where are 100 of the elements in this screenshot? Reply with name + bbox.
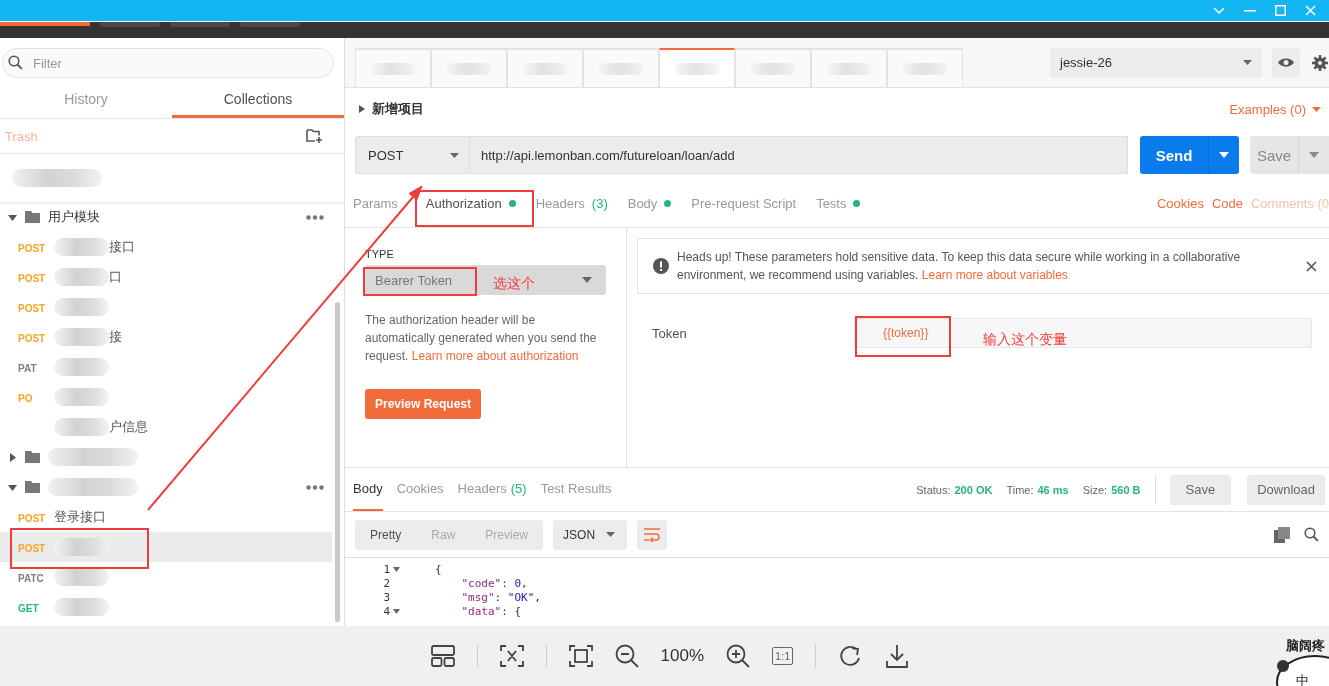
chevron-icon[interactable]	[1213, 6, 1225, 15]
request-item[interactable]: POST	[0, 532, 332, 562]
section-link[interactable]: Code	[1211, 196, 1243, 211]
method-label: POST	[18, 272, 46, 284]
filter-field[interactable]: Filter	[2, 48, 334, 78]
fit-icon[interactable]	[499, 645, 524, 667]
request-title[interactable]: 新增项目	[359, 100, 424, 118]
request-item[interactable]: GET	[0, 592, 332, 622]
trash-link[interactable]: Trash	[5, 128, 38, 144]
method-label: PAT	[18, 362, 37, 374]
request-item[interactable]: POST	[0, 292, 332, 322]
zoom-in-icon[interactable]	[726, 644, 751, 668]
request-item[interactable]: POST 接口	[0, 232, 332, 262]
sidebar-tab[interactable]: Collections	[172, 82, 344, 118]
response-tab[interactable]: Cookies	[396, 468, 444, 511]
method-label: PO	[18, 392, 33, 404]
section-link[interactable]: Cookies	[1156, 196, 1204, 211]
request-item[interactable]: PO	[0, 382, 332, 412]
caret-icon	[450, 152, 459, 158]
folder-item[interactable]: 用户模块	[0, 202, 344, 232]
request-item[interactable]: 户信息	[0, 412, 332, 442]
request-section-tab[interactable]: Tests	[816, 196, 861, 211]
fullscreen-icon[interactable]	[568, 645, 593, 667]
request-item[interactable]: POST 接	[0, 322, 332, 352]
search-icon[interactable]	[1304, 527, 1319, 542]
code-line: "msg": "OK",	[460, 590, 541, 604]
method-label: POST	[18, 542, 46, 554]
request-tab[interactable]	[659, 48, 735, 87]
send-menu-button[interactable]	[1208, 136, 1239, 174]
line-number: 1	[382, 562, 390, 576]
learn-more-link[interactable]: Learn more about variables	[921, 268, 1068, 282]
layout-icon[interactable]	[430, 645, 455, 667]
copy-icon[interactable]	[1274, 526, 1290, 543]
preview-request-button[interactable]: Preview Request	[365, 389, 482, 419]
environment-select[interactable]: jessie-26	[1050, 47, 1262, 78]
request-section-tab[interactable]: Authorization	[425, 196, 516, 211]
fold-icon[interactable]	[393, 566, 400, 572]
status-value: 46 ms	[1037, 483, 1069, 496]
save-response-button[interactable]: Save	[1169, 474, 1232, 505]
status-label: Size:	[1082, 483, 1108, 496]
notice-text: Heads up! These parameters hold sensitive data. To keep this data secure while working in a collaborative environment, we recommend using variables. Learn more about variables	[677, 249, 1242, 284]
method-label: POST	[18, 302, 46, 314]
token-label: Token	[652, 325, 688, 341]
url-field[interactable]: http://api.lemonban.com/futureloan/loan/add	[470, 136, 1128, 174]
response-tab[interactable]: Body	[353, 468, 383, 511]
view-option[interactable]: Preview	[470, 519, 544, 550]
caret-icon	[606, 532, 616, 537]
line-number: 4	[382, 604, 390, 618]
type-label: TYPE	[365, 248, 395, 260]
request-section-tab[interactable]: Pre-request Script	[691, 196, 797, 211]
caret-icon	[1312, 106, 1321, 112]
fold-icon[interactable]	[393, 608, 400, 614]
request-name: 接	[109, 328, 122, 346]
request-item[interactable]: POST 口	[0, 262, 332, 292]
request-section-tab[interactable]: Headers (3)	[535, 196, 608, 211]
sticker-caption: 脑阔疼	[1286, 637, 1325, 655]
maximize-icon[interactable]	[1275, 5, 1286, 16]
request-section-tab[interactable]: Body	[627, 196, 672, 211]
status-value: 560 B	[1111, 483, 1141, 496]
close-icon[interactable]	[1306, 260, 1317, 272]
wrap-button[interactable]	[637, 519, 668, 550]
code-line: "data": {	[460, 604, 522, 618]
method-select[interactable]: POST	[355, 136, 470, 174]
more-icon[interactable]	[306, 214, 324, 220]
eye-icon	[1277, 57, 1295, 68]
caret-icon	[359, 105, 365, 113]
count-label: (3)	[591, 196, 608, 211]
caret-icon	[1219, 152, 1229, 158]
view-option[interactable]: Raw	[416, 519, 471, 550]
request-name: 接口	[109, 238, 135, 256]
download-button[interactable]: Download	[1247, 474, 1325, 505]
method-label: POST	[18, 332, 46, 344]
save-button[interactable]: Save	[1250, 136, 1298, 174]
response-tab[interactable]: Headers (5)	[457, 468, 527, 511]
method-label: POST	[18, 242, 46, 254]
learn-more-link[interactable]: Learn more about authorization	[411, 349, 579, 363]
request-item[interactable]: PATC	[0, 562, 332, 592]
sidebar-tab[interactable]: History	[0, 82, 172, 118]
minimize-icon[interactable]	[1244, 9, 1256, 12]
download-icon[interactable]	[886, 644, 909, 668]
more-icon[interactable]	[306, 484, 324, 490]
token-field[interactable]: {{token}} 输入这个变量	[854, 318, 1312, 348]
response-tab[interactable]: Test Results	[540, 468, 612, 511]
examples-link[interactable]: Examples (0)	[1229, 101, 1321, 117]
search-icon	[8, 55, 23, 70]
request-item[interactable]: PAT	[0, 352, 332, 382]
folder-icon	[25, 481, 40, 493]
view-option[interactable]: Pretty	[355, 519, 417, 550]
save-menu-button[interactable]	[1298, 136, 1329, 174]
format-select[interactable]: JSON	[553, 519, 628, 550]
request-section-tab[interactable]: Params	[353, 196, 398, 211]
folder-name: 用户模块	[48, 208, 100, 226]
eye-button[interactable]	[1272, 47, 1300, 78]
zoom-out-icon[interactable]	[614, 644, 639, 668]
request-item[interactable]: POST 登录接口	[0, 502, 332, 532]
send-button[interactable]: Send	[1140, 136, 1208, 174]
sticker-text: 中	[1296, 672, 1309, 686]
method-label: POST	[18, 512, 46, 524]
new-collection-icon[interactable]	[306, 128, 324, 144]
actual-size-button[interactable]: 1:1	[772, 647, 794, 665]
